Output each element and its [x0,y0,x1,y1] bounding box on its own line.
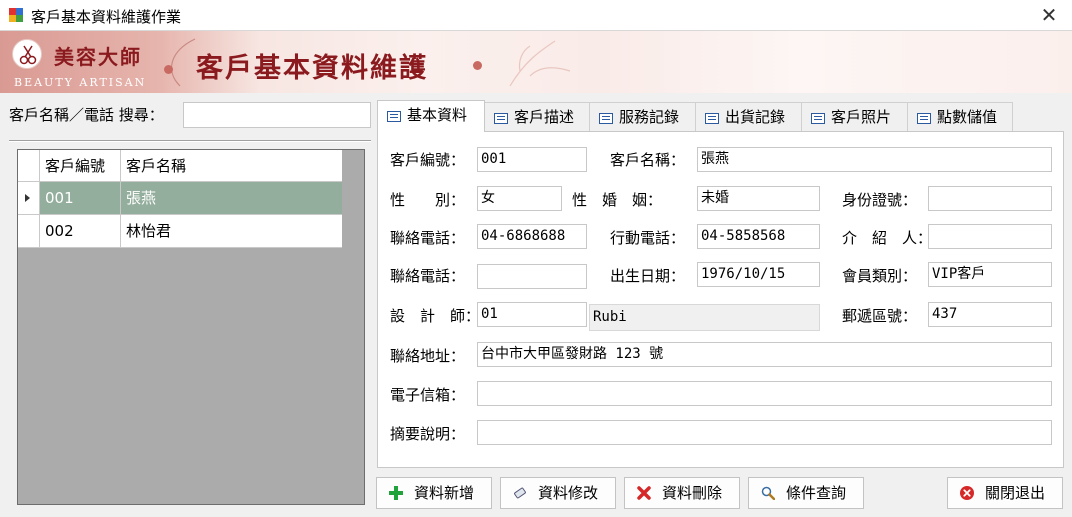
form-icon [705,113,719,124]
form-icon [811,113,825,124]
customer-no-cell[interactable]: 001 [40,182,121,214]
address-field[interactable]: 台中市大甲區發財路 123 號 [477,342,1052,367]
search-icon [761,486,775,500]
customer-no-field[interactable]: 001 [477,147,587,172]
search-input[interactable] [183,102,371,128]
tab-service-records[interactable]: 服務記錄 [589,102,696,131]
brand-logo-subtext: BEAUTY ARTISAN [14,76,147,89]
tab-shipping-records[interactable]: 出貨記錄 [695,102,802,131]
customer-grid[interactable]: 客戶編號 客戶名稱 001 張燕 002 林怡君 [17,149,365,505]
eraser-icon [514,487,526,499]
tab-label: 點數儲值 [937,108,998,126]
note-field[interactable] [477,420,1052,445]
gender-label: 性 別： [390,191,466,209]
delete-record-label: 資料刪除 [661,484,722,502]
column-header-customer-no[interactable]: 客戶編號 [40,150,121,181]
mobile-field[interactable]: 04-5858568 [697,224,820,249]
basic-info-panel [377,131,1064,468]
banner: 美容大師 BEAUTY ARTISAN 客戶基本資料維護 [0,31,1072,93]
exit-label: 關閉退出 [984,484,1045,502]
customer-name-field[interactable]: 張燕 [697,147,1052,172]
phone2-field[interactable] [477,264,587,289]
app-icon [9,8,23,22]
query-button[interactable]: 條件查詢 [748,477,864,509]
referrer-label: 介 紹 人： [842,229,933,247]
divider [9,140,371,142]
tab-customer-description[interactable]: 客戶描述 [484,102,590,131]
edit-record-label: 資料修改 [537,484,598,502]
designer-label: 設 計 師： [390,307,481,325]
phone2-label: 聯絡電話： [390,267,466,285]
designer-code-field[interactable]: 01 [477,302,587,327]
zip-label: 郵遞區號： [842,307,918,325]
decorative-dot [164,65,173,74]
member-type-label: 會員類別： [842,267,918,285]
customer-name-cell[interactable]: 林怡君 [121,215,342,247]
id-no-field[interactable] [928,186,1052,211]
customer-name-label: 客戶名稱： [610,151,686,169]
edit-record-button[interactable]: 資料修改 [500,477,616,509]
form-icon [387,111,401,122]
current-row-arrow-icon [25,194,30,202]
email-field[interactable] [477,381,1052,406]
brand-logo-text: 美容大師 [54,45,142,69]
birthday-label: 出生日期： [610,267,686,285]
tab-label: 出貨記錄 [725,108,786,126]
row-header-corner [18,150,40,181]
note-label: 摘要說明： [390,425,466,443]
add-record-label: 資料新增 [413,484,474,502]
query-label: 條件查詢 [785,484,846,502]
close-icon: ✕ [1040,3,1058,27]
title-bar: 客戶基本資料維護作業 ✕ [0,0,1072,31]
search-label: 客戶名稱／電話 搜尋： [9,106,164,124]
add-record-button[interactable]: 資料新增 [376,477,492,509]
customer-name-cell[interactable]: 張燕 [121,182,342,214]
id-no-label: 身份證號： [842,191,918,209]
row-header[interactable] [18,182,40,214]
customer-no-cell[interactable]: 002 [40,215,121,247]
marital-label: 性 婚 姻： [572,191,663,209]
birthday-field[interactable]: 1976/10/15 [697,262,820,287]
window-title: 客戶基本資料維護作業 [31,8,182,26]
close-window-button[interactable]: ✕ [1026,0,1072,31]
delete-record-button[interactable]: 資料刪除 [624,477,740,509]
tab-label: 客戶描述 [514,108,575,126]
zip-field[interactable]: 437 [928,302,1052,327]
banner-title: 客戶基本資料維護 [196,53,428,84]
tab-basic-info[interactable]: 基本資料 [377,100,485,132]
table-row[interactable]: 001 張燕 [18,182,342,215]
tab-points-topup[interactable]: 點數儲值 [907,102,1013,131]
tab-label: 客戶照片 [831,108,892,126]
marital-field[interactable]: 未婚 [697,186,820,211]
tab-label: 基本資料 [407,106,468,124]
form-icon [599,113,613,124]
referrer-field[interactable] [928,224,1052,249]
plus-icon [389,486,403,500]
phone-field[interactable]: 04-6868688 [477,224,587,249]
column-header-customer-name[interactable]: 客戶名稱 [121,150,342,181]
address-label: 聯絡地址： [390,347,466,365]
decorative-floral [509,40,571,87]
email-label: 電子信箱： [390,386,466,404]
exit-button[interactable]: 關閉退出 [947,477,1063,509]
tab-label: 服務記錄 [619,108,680,126]
decorative-dot [473,61,482,70]
tab-customer-photos[interactable]: 客戶照片 [801,102,908,131]
member-type-field[interactable]: VIP客戶 [928,262,1052,287]
close-circle-icon [960,486,974,500]
gender-field[interactable]: 女 [477,186,562,211]
phone-label: 聯絡電話： [390,229,466,247]
delete-x-icon [637,486,651,500]
form-icon [494,113,508,124]
grid-header-row: 客戶編號 客戶名稱 [18,150,342,182]
mobile-label: 行動電話： [610,229,686,247]
customer-no-label: 客戶編號： [390,151,466,169]
designer-name-field: Rubi [589,304,820,331]
row-header[interactable] [18,215,40,247]
table-row[interactable]: 002 林怡君 [18,215,342,248]
scissors-logo-icon [12,39,42,69]
form-icon [917,113,931,124]
